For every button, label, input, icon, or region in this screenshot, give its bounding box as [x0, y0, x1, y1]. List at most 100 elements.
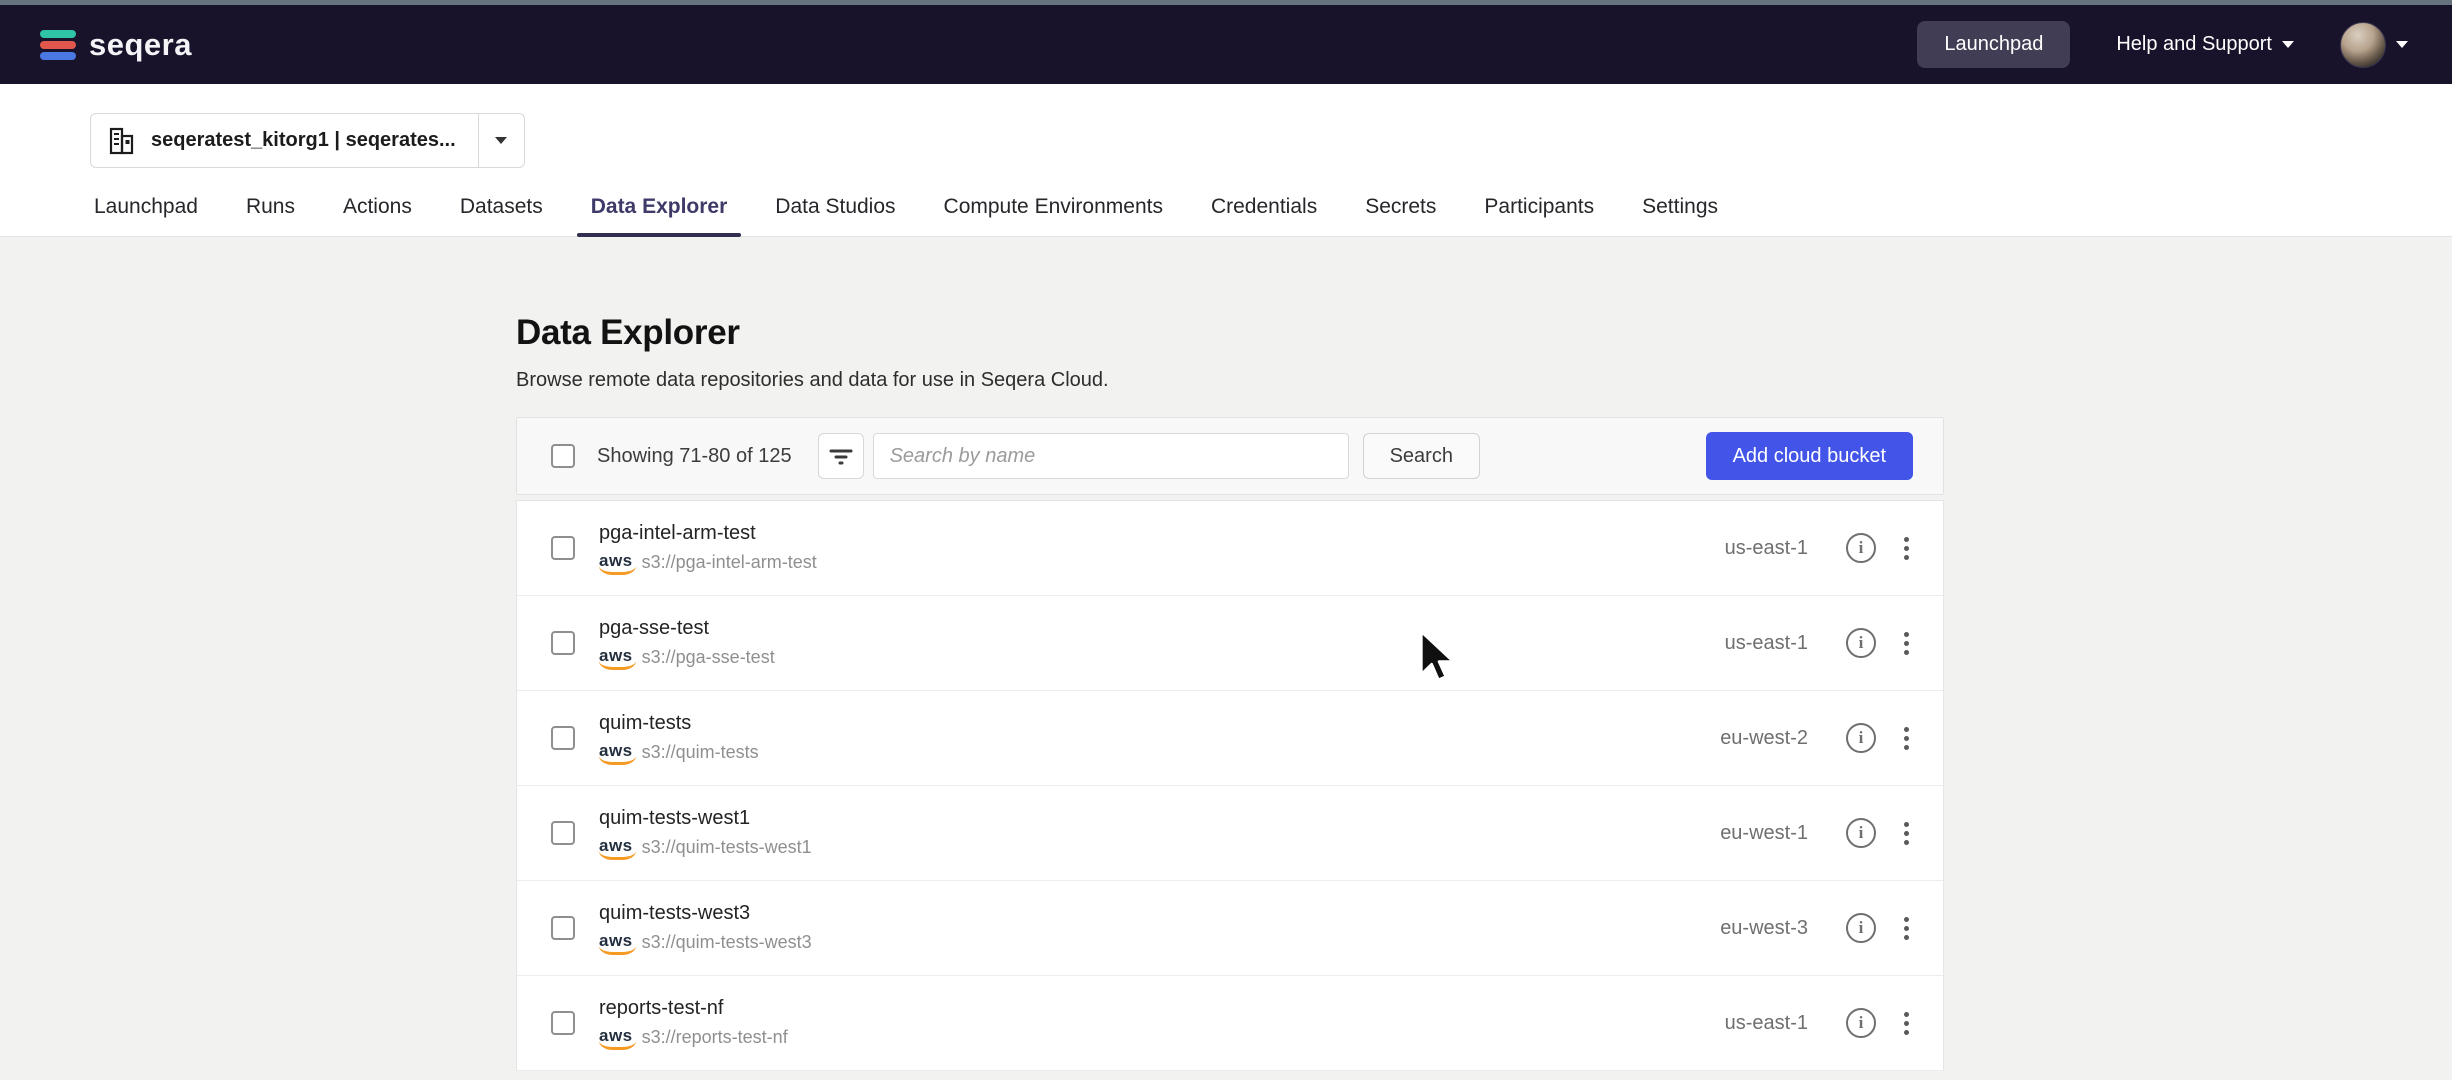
filter-button[interactable]: [818, 433, 864, 479]
navbar-right-group: Launchpad Help and Support: [1917, 21, 2408, 68]
tab-data-studios[interactable]: Data Studios: [761, 195, 909, 236]
info-icon[interactable]: i: [1846, 1008, 1876, 1038]
help-and-support-label: Help and Support: [2116, 33, 2272, 56]
bucket-name[interactable]: quim-tests: [599, 712, 759, 735]
bucket-row[interactable]: reports-test-nf aws s3://reports-test-nf…: [517, 976, 1943, 1071]
launchpad-button[interactable]: Launchpad: [1917, 21, 2070, 68]
bucket-region: us-east-1: [1725, 1012, 1808, 1035]
info-icon[interactable]: i: [1846, 533, 1876, 563]
info-icon[interactable]: i: [1846, 913, 1876, 943]
bucket-region: eu-west-3: [1720, 917, 1808, 940]
bucket-region: us-east-1: [1725, 632, 1808, 655]
brand-name: seqera: [89, 27, 192, 63]
bucket-info: pga-intel-arm-test aws s3://pga-intel-ar…: [599, 522, 817, 575]
row-actions: eu-west-2 i: [1720, 723, 1913, 754]
user-menu[interactable]: [2340, 22, 2408, 68]
bucket-name[interactable]: reports-test-nf: [599, 997, 788, 1020]
kebab-menu-icon[interactable]: [1900, 533, 1913, 564]
mouse-cursor: [1419, 630, 1457, 686]
row-checkbox[interactable]: [551, 726, 575, 750]
tab-credentials[interactable]: Credentials: [1197, 195, 1331, 236]
bucket-row[interactable]: pga-sse-test aws s3://pga-sse-test us-ea…: [517, 596, 1943, 691]
workspace-selector-caret[interactable]: [478, 114, 524, 167]
bucket-row[interactable]: pga-intel-arm-test aws s3://pga-intel-ar…: [517, 501, 1943, 596]
workspace-selector-value: seqeratest_kitorg1 | seqerates...: [151, 129, 456, 152]
workspace-selector[interactable]: seqeratest_kitorg1 | seqerates...: [90, 113, 525, 168]
kebab-menu-icon[interactable]: [1900, 913, 1913, 944]
bucket-info: quim-tests aws s3://quim-tests: [599, 712, 759, 765]
bucket-uri: s3://quim-tests-west1: [642, 837, 812, 858]
select-all-checkbox[interactable]: [551, 444, 575, 468]
kebab-menu-icon[interactable]: [1900, 628, 1913, 659]
bucket-info: reports-test-nf aws s3://reports-test-nf: [599, 997, 788, 1050]
row-actions: eu-west-1 i: [1720, 818, 1913, 849]
info-icon[interactable]: i: [1846, 818, 1876, 848]
row-actions: us-east-1 i: [1725, 533, 1913, 564]
bucket-name[interactable]: quim-tests-west3: [599, 902, 812, 925]
row-actions: us-east-1 i: [1725, 628, 1913, 659]
kebab-menu-icon[interactable]: [1900, 818, 1913, 849]
list-toolbar: Showing 71-80 of 125 Search Add cloud bu…: [516, 417, 1944, 495]
tab-actions[interactable]: Actions: [329, 195, 426, 236]
bucket-row[interactable]: quim-tests-west3 aws s3://quim-tests-wes…: [517, 881, 1943, 976]
tab-runs[interactable]: Runs: [232, 195, 309, 236]
row-checkbox[interactable]: [551, 1011, 575, 1035]
app-screen: seqera Launchpad Help and Support: [0, 0, 2452, 1080]
page-title: Data Explorer: [516, 313, 740, 353]
chevron-down-icon: [495, 137, 507, 144]
aws-provider-icon: aws: [599, 647, 633, 670]
kebab-menu-icon[interactable]: [1900, 1008, 1913, 1039]
chevron-down-icon: [2282, 41, 2294, 48]
aws-provider-icon: aws: [599, 932, 633, 955]
tab-compute-environments[interactable]: Compute Environments: [930, 195, 1177, 236]
bucket-region: us-east-1: [1725, 537, 1808, 560]
search-input[interactable]: [873, 433, 1349, 479]
row-actions: us-east-1 i: [1725, 1008, 1913, 1039]
bucket-name[interactable]: pga-sse-test: [599, 617, 775, 640]
aws-provider-icon: aws: [599, 552, 633, 575]
row-actions: eu-west-3 i: [1720, 913, 1913, 944]
bucket-region: eu-west-1: [1720, 822, 1808, 845]
bucket-name[interactable]: quim-tests-west1: [599, 807, 812, 830]
row-checkbox[interactable]: [551, 536, 575, 560]
info-icon[interactable]: i: [1846, 723, 1876, 753]
tab-data-explorer[interactable]: Data Explorer: [577, 195, 742, 236]
add-cloud-bucket-button[interactable]: Add cloud bucket: [1706, 432, 1913, 480]
tab-settings[interactable]: Settings: [1628, 195, 1732, 236]
bucket-row[interactable]: quim-tests aws s3://quim-tests eu-west-2…: [517, 691, 1943, 786]
aws-provider-icon: aws: [599, 837, 633, 860]
bucket-list: pga-intel-arm-test aws s3://pga-intel-ar…: [516, 500, 1944, 1071]
bucket-uri: s3://pga-intel-arm-test: [642, 552, 817, 573]
user-avatar[interactable]: [2340, 22, 2386, 68]
data-explorer-card: Showing 71-80 of 125 Search Add cloud bu…: [516, 417, 1944, 1071]
tab-secrets[interactable]: Secrets: [1351, 195, 1450, 236]
chevron-down-icon: [2396, 41, 2408, 48]
seqera-logo[interactable]: seqera: [40, 27, 192, 63]
aws-provider-icon: aws: [599, 742, 633, 765]
bucket-uri: s3://pga-sse-test: [642, 647, 775, 668]
bucket-region: eu-west-2: [1720, 727, 1808, 750]
row-checkbox[interactable]: [551, 916, 575, 940]
bucket-row[interactable]: quim-tests-west1 aws s3://quim-tests-wes…: [517, 786, 1943, 881]
info-icon[interactable]: i: [1846, 628, 1876, 658]
workspace-header: seqeratest_kitorg1 | seqerates... Launch…: [0, 84, 2452, 237]
organization-icon: [107, 126, 137, 156]
row-checkbox[interactable]: [551, 631, 575, 655]
bucket-uri: s3://quim-tests: [642, 742, 759, 763]
bucket-uri: s3://quim-tests-west3: [642, 932, 812, 953]
kebab-menu-icon[interactable]: [1900, 723, 1913, 754]
tab-participants[interactable]: Participants: [1470, 195, 1608, 236]
search-button[interactable]: Search: [1363, 433, 1480, 479]
bucket-uri: s3://reports-test-nf: [642, 1027, 788, 1048]
help-and-support-menu[interactable]: Help and Support: [2116, 33, 2294, 56]
tab-launchpad[interactable]: Launchpad: [80, 195, 212, 236]
top-navbar: seqera Launchpad Help and Support: [0, 5, 2452, 84]
bucket-info: quim-tests-west3 aws s3://quim-tests-wes…: [599, 902, 812, 955]
aws-provider-icon: aws: [599, 1027, 633, 1050]
workspace-tabs: Launchpad Runs Actions Datasets Data Exp…: [0, 195, 2452, 236]
bucket-info: quim-tests-west1 aws s3://quim-tests-wes…: [599, 807, 812, 860]
tab-datasets[interactable]: Datasets: [446, 195, 557, 236]
bucket-name[interactable]: pga-intel-arm-test: [599, 522, 817, 545]
bucket-info: pga-sse-test aws s3://pga-sse-test: [599, 617, 775, 670]
row-checkbox[interactable]: [551, 821, 575, 845]
